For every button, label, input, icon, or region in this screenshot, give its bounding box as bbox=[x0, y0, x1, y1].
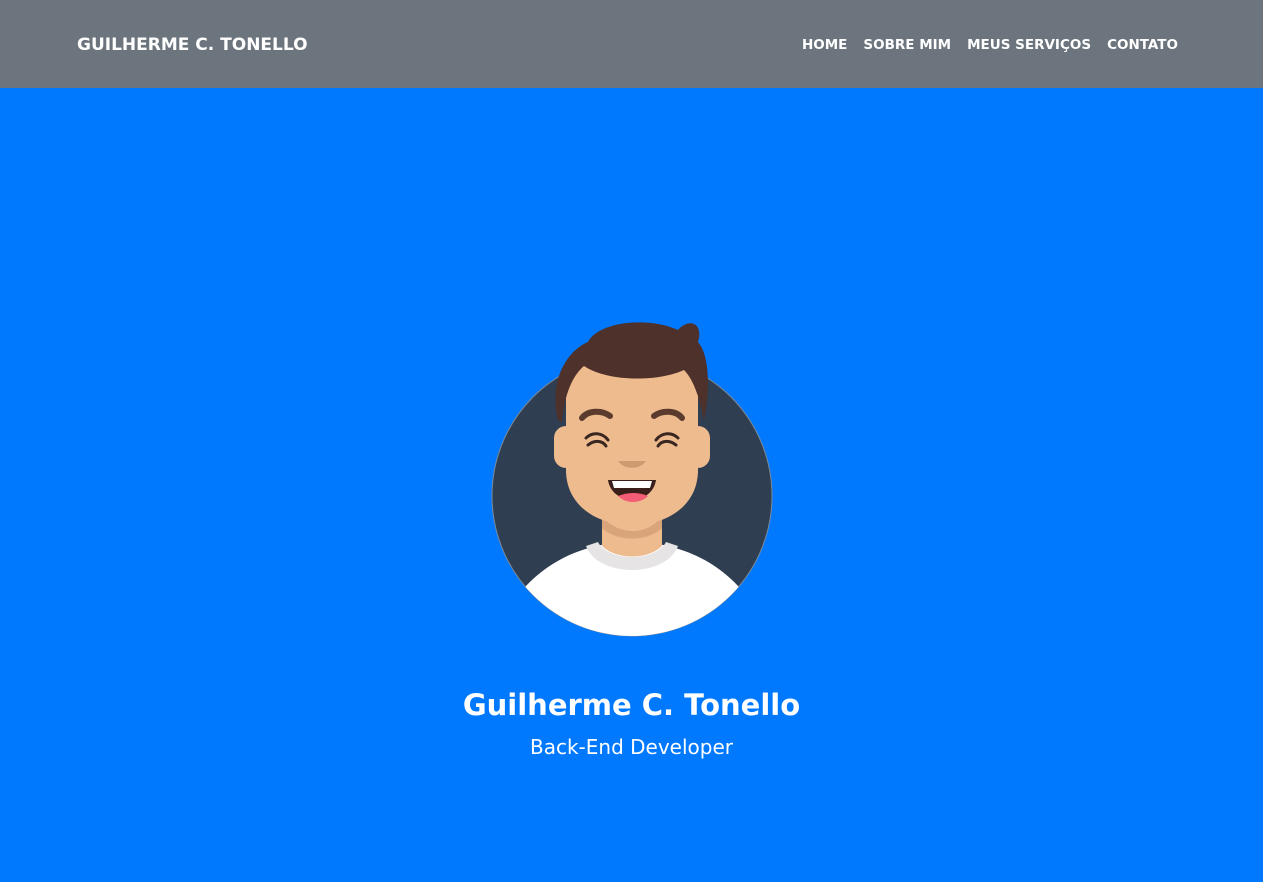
nav-link-sobre-mim[interactable]: SOBRE MIM bbox=[863, 34, 951, 56]
nav-link-meus-servicos[interactable]: MEUS SERVIÇOS bbox=[967, 34, 1091, 56]
avatar-image bbox=[491, 322, 773, 637]
nav-link-home[interactable]: HOME bbox=[802, 34, 847, 56]
hero-role: Back-End Developer bbox=[530, 735, 733, 759]
nav-links: HOME SOBRE MIM MEUS SERVIÇOS CONTATO bbox=[802, 34, 1178, 56]
nav-link-contato[interactable]: CONTATO bbox=[1107, 34, 1178, 56]
brand-link[interactable]: GUILHERME C. TONELLO bbox=[77, 33, 308, 57]
navbar: GUILHERME C. TONELLO HOME SOBRE MIM MEUS… bbox=[0, 0, 1263, 88]
hero-name: Guilherme C. Tonello bbox=[462, 688, 801, 722]
